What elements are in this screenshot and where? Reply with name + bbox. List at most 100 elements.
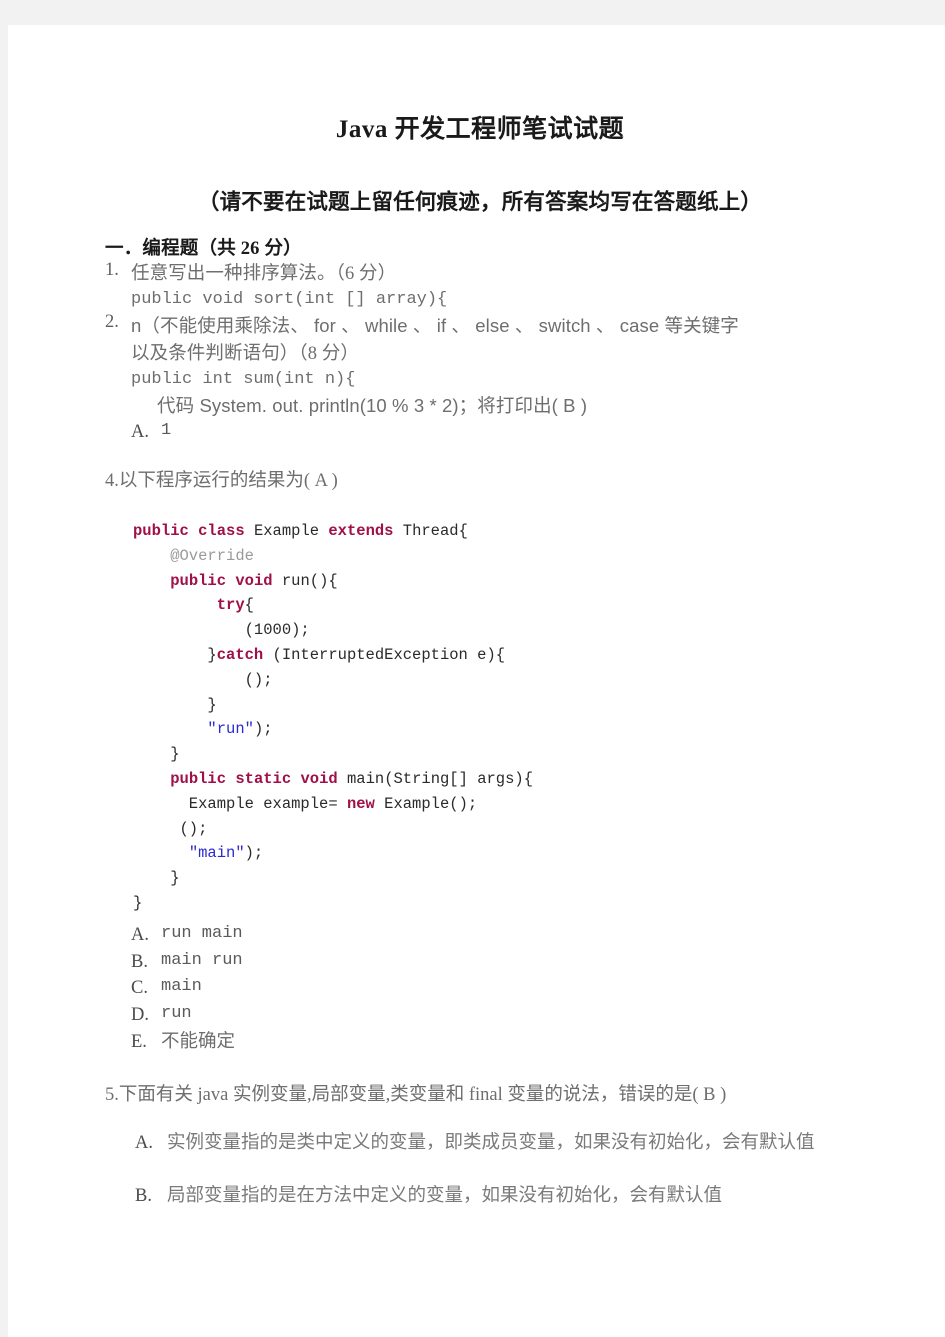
code-token-plain: Example(); [384,794,478,813]
question-2-option-a-text: 1 [161,421,172,441]
question-1: 1. 任意写出一种排序算法。（6 分） [105,260,855,287]
code-line: public class Example extends Thread{ [133,519,855,544]
option-label: A. [131,924,149,945]
option-label: A. [135,1132,153,1153]
code-line: public void run(){ [133,569,855,594]
question-2-code: public int sum(int n){ [131,369,356,389]
code-token-plain: run(){ [281,571,338,590]
code-token-plain: (InterruptedException e){ [272,645,506,664]
question-4-option: E. 不能确定 [105,1029,855,1056]
question-2-text-line2: 以及条件判断语句）（8 分） [131,343,360,364]
code-token-kw: void [300,769,347,788]
question-5-text: 下面有关 java 实例变量,局部变量,类变量和 final 变量的说法，错误的… [118,1084,727,1105]
option-text: main run [161,950,243,970]
code-token-kw: public [170,769,236,788]
java-code-sample: public class Example extends Thread{ @Ov… [105,519,855,916]
code-token-kw: extends [328,521,403,540]
code-line: } [133,693,855,718]
question-2: 2. n（不能使用乘除法、 for 、 while 、 if 、 else 、 … [105,312,855,339]
code-line: public static void main(String[] args){ [133,767,855,792]
question-5-options: A. 实例变量指的是类中定义的变量，即类成员变量，如果没有初始化，会有默认值 B. 局… [105,1125,855,1215]
page-content: Java 开发工程师笔试试题 （请不要在试题上留任何痕迹，所有答案均写在答题纸上… [8,109,945,1215]
question-4-option: B. main run [105,949,855,976]
code-token-kw: void [235,571,282,590]
question-4-options: A. run main B. main run C. main D. run E. 不能确定 [105,922,855,1056]
code-token-plain: } [133,695,217,714]
question-4-text: 以下程序运行的结果为( A ) [118,471,338,492]
code-line: } [133,742,855,767]
question-1-text: 任意写出一种排序算法。（6 分） [131,264,397,284]
question-2-option-a-label: A. [131,422,149,443]
code-token-kw: new [346,794,385,813]
question-4-option: A. run main [105,922,855,949]
option-label: B. [131,951,148,972]
code-line: (1000); [133,618,855,643]
question-5-option: A. 实例变量指的是类中定义的变量，即类成员变量，如果没有初始化，会有默认值 [105,1125,855,1162]
code-line: try{ [133,593,855,618]
code-token-str: "main" [188,844,245,863]
option-text: 实例变量指的是类中定义的变量，即类成员变量，如果没有初始化，会有默认值 [167,1132,815,1153]
code-token-plain: } [133,645,217,664]
code-line: "main"); [133,841,855,866]
question-2-text: n（不能使用乘除法、 for 、 while 、 if 、 else 、 swi… [131,315,739,337]
option-text: main [161,977,202,997]
question-5: 5.下面有关 java 实例变量,局部变量,类变量和 final 变量的说法，错… [105,1082,855,1109]
code-token-plain: } [133,893,143,912]
code-token-plain: } [133,869,180,888]
option-text: 局部变量指的是在方法中定义的变量，如果没有初始化，会有默认值 [167,1185,723,1206]
code-token-plain: main(String[] args){ [346,769,534,788]
code-line: (); [133,668,855,693]
question-5-number: 5. [105,1084,119,1105]
option-label: E. [131,1031,147,1052]
page-subtitle: （请不要在试题上留任何痕迹，所有答案均写在答题纸上） [197,190,763,214]
page-title: Java 开发工程师笔试试题 [335,116,625,143]
option-label: C. [131,978,148,999]
option-text: 不能确定 [161,1031,236,1052]
option-text: run [161,1004,192,1024]
code-token-kw: public [133,521,199,540]
question-5-option: B. 局部变量指的是在方法中定义的变量，如果没有初始化，会有默认值 [105,1178,855,1215]
code-line: @Override [133,544,855,569]
code-token-plain: Thread{ [402,521,468,540]
question-2-inner-text: 代码 System. out. println(10 % 3 * 2)；将打印出… [157,395,588,417]
section-heading: 一．编程题（共 26 分） [105,239,302,259]
option-text: run main [161,923,243,943]
code-token-plain: Example [253,521,329,540]
question-4-option: D. run [105,1002,855,1029]
code-token-ann: @Override [133,546,254,565]
question-1-number: 1. [105,260,119,280]
code-token-plain: ); [253,720,273,739]
code-line: } [133,866,855,891]
code-token-kw: class [198,521,254,540]
code-token-kw: public [170,571,236,590]
option-label: B. [135,1185,152,1206]
question-2-number: 2. [105,312,119,333]
code-token-kw: try [216,596,245,615]
question-4-number: 4. [105,471,119,492]
code-token-kw: static [235,769,301,788]
code-line: "run"); [133,717,855,742]
code-line: Example example= new Example(); [133,792,855,817]
code-token-plain: (); [133,819,208,838]
question-1-code: public void sort(int [] array){ [131,290,448,310]
code-line: (); [133,817,855,842]
code-token-plain: (1000); [133,621,310,640]
code-token-kw: catch [216,645,273,664]
code-token-plain: ); [244,844,264,863]
code-token-plain: } [133,745,180,764]
question-4-option: C. main [105,975,855,1002]
code-token-plain: { [244,596,254,615]
code-token-plain: (); [133,670,273,689]
question-4: 4.以下程序运行的结果为( A ) [105,468,855,495]
code-token-plain: Example example= [133,794,347,813]
document-page: Java 开发工程师笔试试题 （请不要在试题上留任何痕迹，所有答案均写在答题纸上… [8,25,945,1337]
code-line: }catch (InterruptedException e){ [133,643,855,668]
option-label: D. [131,1005,149,1026]
question-2-option-a: A. 1 [105,419,855,446]
code-token-str: "run" [207,720,254,739]
